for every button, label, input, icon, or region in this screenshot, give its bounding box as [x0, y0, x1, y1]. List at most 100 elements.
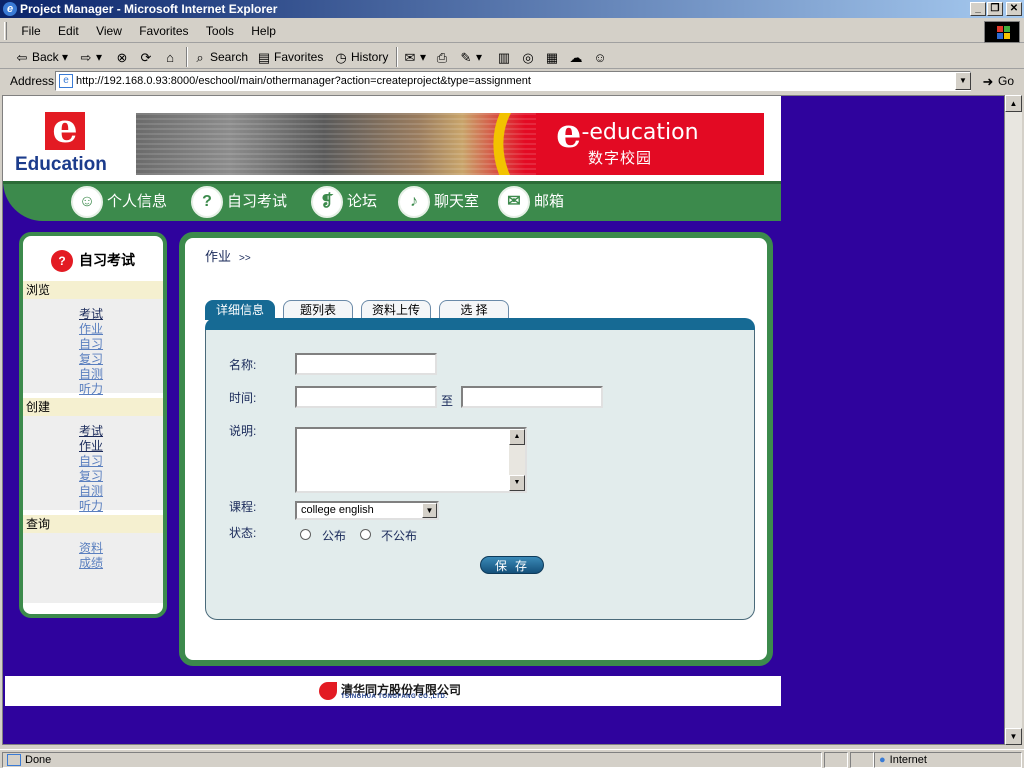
- sidebar-link-browse-assignment[interactable]: 作业: [79, 322, 103, 336]
- sidebar-section-browse: 浏览: [23, 281, 163, 299]
- save-button[interactable]: 保存: [480, 556, 544, 574]
- sidebar-link-create-exam[interactable]: 考试: [79, 424, 103, 438]
- close-button[interactable]: ✕: [1006, 2, 1022, 16]
- scroll-down-icon[interactable]: ▼: [509, 475, 525, 491]
- favorites-icon: ▤: [257, 49, 271, 65]
- sidebar-link-browse-review[interactable]: 复习: [79, 352, 103, 366]
- address-input[interactable]: e http://192.168.0.93:8000/eschool/main/…: [55, 71, 971, 91]
- print-button[interactable]: ⎙: [434, 47, 452, 67]
- forward-button[interactable]: ⇨ ▾: [78, 47, 102, 67]
- tab-details[interactable]: 详细信息: [205, 300, 275, 320]
- history-button[interactable]: ◷ History: [333, 47, 388, 67]
- research-icon: ◎: [522, 49, 534, 65]
- contacts-button[interactable]: ☺: [592, 47, 610, 67]
- name-label: 名称:: [229, 358, 257, 372]
- nav-self-study-exam[interactable]: ? 自习考试: [191, 186, 287, 218]
- browser-viewport: e Education e-education 数字校园 ☺ 个人信息 ? 自习考试…: [2, 95, 1005, 745]
- maximize-button[interactable]: ❐: [987, 2, 1003, 16]
- sidebar-link-grades[interactable]: 成绩: [79, 556, 103, 570]
- favorites-button[interactable]: ▤ Favorites: [256, 47, 324, 67]
- scroll-up-icon[interactable]: ▲: [509, 429, 525, 445]
- mail-button[interactable]: ✉ ▾: [402, 47, 426, 67]
- nav-label: 邮箱: [534, 193, 565, 210]
- home-icon: ⌂: [166, 49, 174, 65]
- tab-question-list[interactable]: 题列表: [283, 300, 353, 320]
- edit-button[interactable]: ✎ ▾: [458, 47, 482, 67]
- tab-select[interactable]: 选 择: [439, 300, 509, 320]
- description-textarea[interactable]: ▲ ▼: [295, 427, 527, 493]
- search-button[interactable]: ⌕ Search: [192, 47, 248, 67]
- sidebar-link-create-listening[interactable]: 听力: [79, 499, 103, 513]
- forum-icon: ❡: [311, 186, 343, 218]
- start-time-input[interactable]: [295, 386, 437, 408]
- textarea-scrollbar[interactable]: ▲ ▼: [509, 429, 525, 491]
- sidebar-section-create: 创建: [23, 398, 163, 416]
- sidebar-link-browse-exam[interactable]: 考试: [79, 307, 103, 321]
- page-icon: e: [59, 74, 73, 88]
- stop-icon: ⊗: [116, 49, 128, 65]
- page-scrollbar[interactable]: ▲ ▼: [1005, 95, 1022, 745]
- sidebar-link-create-assignment[interactable]: 作业: [79, 439, 103, 453]
- course-select[interactable]: college english ▼: [295, 501, 439, 520]
- chevron-down-icon[interactable]: ▼: [422, 503, 437, 518]
- sidebar-link-browse-selfstudy[interactable]: 自习: [79, 337, 103, 351]
- nav-forum[interactable]: ❡ 论坛: [311, 186, 377, 218]
- radio-publish[interactable]: [300, 529, 311, 540]
- menu-tools[interactable]: Tools: [199, 19, 241, 43]
- nav-label: 聊天室: [434, 193, 480, 210]
- question-icon: ?: [191, 186, 223, 218]
- nav-chatroom[interactable]: ♪ 聊天室: [398, 186, 479, 218]
- scroll-down-icon[interactable]: ▼: [1005, 728, 1022, 745]
- menu-edit[interactable]: Edit: [51, 19, 86, 43]
- end-time-input[interactable]: [461, 386, 603, 408]
- messenger-icon: ☁: [569, 49, 583, 65]
- search-label: Search: [210, 50, 249, 64]
- site-header: e Education e-education 数字校园: [3, 96, 781, 181]
- status-text: Done: [2, 752, 822, 768]
- status-zone: ● Internet: [874, 752, 1022, 768]
- address-label: Address: [10, 74, 55, 88]
- assignment-form: 名称: 时间: 至 说明: ▲ ▼ 课程: college english ▼ 状…: [205, 330, 755, 620]
- tab-upload-materials[interactable]: 资料上传: [361, 300, 431, 320]
- history-label: History: [351, 50, 389, 64]
- refresh-button[interactable]: ⟳: [138, 47, 156, 67]
- home-button[interactable]: ⌂: [162, 47, 180, 67]
- publish-label: 公布: [322, 529, 347, 543]
- go-button[interactable]: ➜ Go: [980, 71, 1014, 91]
- mic-icon: ♪: [398, 186, 430, 218]
- page-icon: [7, 754, 21, 767]
- sidebar-group-query: 资料 成绩: [23, 533, 163, 603]
- menu-file[interactable]: File: [14, 19, 47, 43]
- back-button[interactable]: ⇦ Back ▾: [14, 47, 69, 67]
- stop-button[interactable]: ⊗: [114, 47, 132, 67]
- sidebar-link-browse-listening[interactable]: 听力: [79, 382, 103, 396]
- education-logo-icon: e: [45, 109, 85, 150]
- address-dropdown-button[interactable]: ▼: [955, 72, 971, 90]
- menu-favorites[interactable]: Favorites: [132, 19, 195, 43]
- site-footer: 清华同方股份有限公司 TSINGHUA TONGFANG CO.,LTD.: [5, 676, 781, 706]
- breadcrumb-separator: >>: [239, 253, 251, 264]
- sidebar-link-browse-selftest[interactable]: 自测: [79, 367, 103, 381]
- scroll-up-icon[interactable]: ▲: [1005, 95, 1022, 112]
- media-button[interactable]: ▦: [544, 47, 562, 67]
- course-label: 课程:: [229, 500, 257, 514]
- minimize-button[interactable]: _: [970, 2, 986, 16]
- sidebar-link-create-selftest[interactable]: 自测: [79, 484, 103, 498]
- nav-mailbox[interactable]: ✉ 邮箱: [498, 186, 564, 218]
- sidebar-group-create: 考试 作业 自习 复习 自测 听力: [23, 416, 163, 513]
- go-label: Go: [998, 74, 1015, 88]
- nav-personal-info[interactable]: ☺ 个人信息: [71, 186, 167, 218]
- sidebar-link-materials[interactable]: 资料: [79, 541, 103, 555]
- menu-help[interactable]: Help: [244, 19, 283, 43]
- sidebar-link-create-selfstudy[interactable]: 自习: [79, 454, 103, 468]
- menu-view[interactable]: View: [89, 19, 129, 43]
- sidebar-link-create-review[interactable]: 复习: [79, 469, 103, 483]
- research-button[interactable]: ◎: [520, 47, 538, 67]
- discuss-button[interactable]: ▥: [496, 47, 514, 67]
- breadcrumb: 作业 >>: [205, 246, 251, 265]
- sidebar: ? 自习考试 浏览 考试 作业 自习 复习 自测 听力 创建 考试 作业 自习 复…: [19, 232, 167, 618]
- radio-unpublish[interactable]: [360, 529, 371, 540]
- name-input[interactable]: [295, 353, 437, 375]
- address-bar: Address e http://192.168.0.93:8000/escho…: [0, 69, 1024, 93]
- messenger-button[interactable]: ☁: [568, 47, 586, 67]
